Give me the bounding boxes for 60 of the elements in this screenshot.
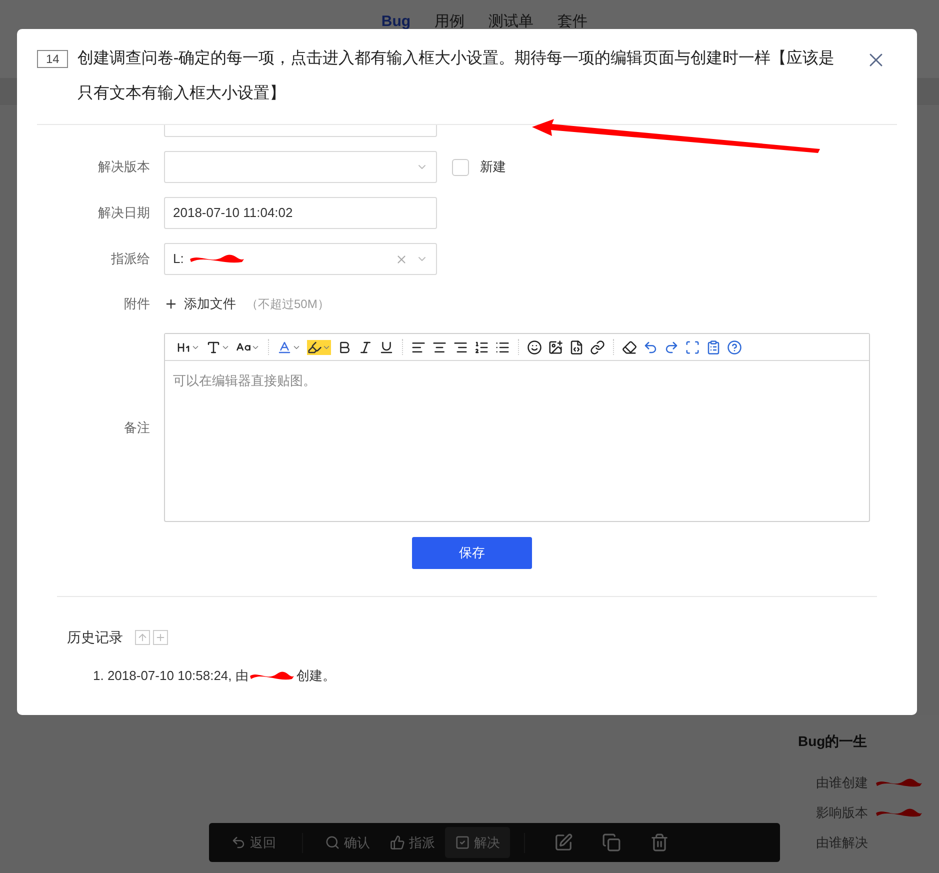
lifecycle-label: 影响版本 [816, 804, 868, 822]
field-label: 解决日期 [97, 204, 150, 222]
paste-icon[interactable] [706, 340, 721, 354]
nav-tab[interactable]: Bug [381, 11, 411, 34]
back-arrow-icon [231, 835, 246, 850]
align-right-icon[interactable] [453, 340, 468, 354]
help-icon[interactable] [727, 340, 742, 354]
code-icon[interactable] [569, 340, 584, 354]
undo-icon[interactable] [643, 340, 658, 354]
checkbox[interactable] [452, 158, 469, 176]
align-center-icon[interactable] [432, 340, 447, 354]
save-button[interactable]: 保存 [412, 537, 532, 569]
link-icon[interactable] [590, 340, 605, 354]
redo-icon[interactable] [664, 340, 679, 354]
history-title: 历史记录 [67, 628, 123, 647]
text-field[interactable]: 2018-07-10 11:04:02 [164, 197, 437, 229]
lifecycle-label: 由谁创建 [816, 774, 868, 792]
plus-icon [155, 632, 166, 643]
select-field[interactable] [164, 151, 437, 183]
italic-icon[interactable] [358, 340, 373, 354]
action-button[interactable]: 返回 [221, 827, 286, 858]
eraser-icon[interactable] [622, 340, 637, 354]
fullscreen-icon[interactable] [685, 340, 700, 354]
history-entry: 1. 2018-07-10 10:58:24, 由 [93, 667, 248, 685]
checkbox-label: 新建 [480, 158, 506, 176]
field-label: 解决版本 [97, 158, 150, 176]
nav-tab[interactable]: 测试单 [488, 11, 534, 34]
nav-tab[interactable]: 用例 [434, 11, 465, 34]
bullet-list-icon[interactable] [495, 340, 510, 354]
editor-placeholder: 可以在编辑器直接贴图。 [173, 373, 316, 388]
plus-icon [164, 297, 178, 311]
lifecycle-title: Bug的一生 [798, 732, 868, 751]
select-field[interactable]: L: [164, 243, 437, 275]
action-button[interactable]: 解决 [445, 827, 510, 858]
nav-tab[interactable]: 套件 [558, 11, 588, 34]
underline-icon[interactable] [379, 340, 394, 354]
smiley-icon[interactable] [527, 340, 542, 354]
arrow-up-icon [137, 632, 148, 643]
ordered-list-icon[interactable] [474, 340, 489, 354]
checkbox-icon [455, 835, 470, 850]
add-file-button[interactable]: 添加文件 [164, 294, 236, 314]
bold-icon[interactable] [337, 340, 352, 354]
font-color-icon[interactable] [277, 340, 301, 354]
thumbs-up-icon [390, 835, 405, 850]
history-entry: 创建。 [296, 667, 336, 685]
id-badge: 14 [37, 50, 68, 68]
action-button[interactable]: 确认 [315, 827, 380, 858]
field-label: 指派给 [110, 250, 150, 268]
lifecycle-label: 由谁解决 [816, 834, 868, 852]
rich-text-editor[interactable]: 可以在编辑器直接贴图。 [164, 333, 870, 522]
font-icon[interactable] [206, 340, 230, 354]
field-label: 附件 [123, 295, 150, 314]
file-size-hint: （不超过50M） [246, 296, 330, 313]
align-left-icon[interactable] [411, 340, 426, 354]
dialog-title: 创建调查问卷-确定的每一项，点击进入都有输入框大小设置。期待每一项的编辑页面与创建时一样【应该是只有文本有输入框大小设置】 [77, 48, 836, 104]
image-icon[interactable] [548, 340, 563, 354]
search-icon [325, 835, 340, 850]
action-button[interactable]: 指派 [380, 827, 445, 858]
field-label: 备注 [123, 418, 150, 437]
highlight-icon[interactable] [307, 340, 331, 354]
